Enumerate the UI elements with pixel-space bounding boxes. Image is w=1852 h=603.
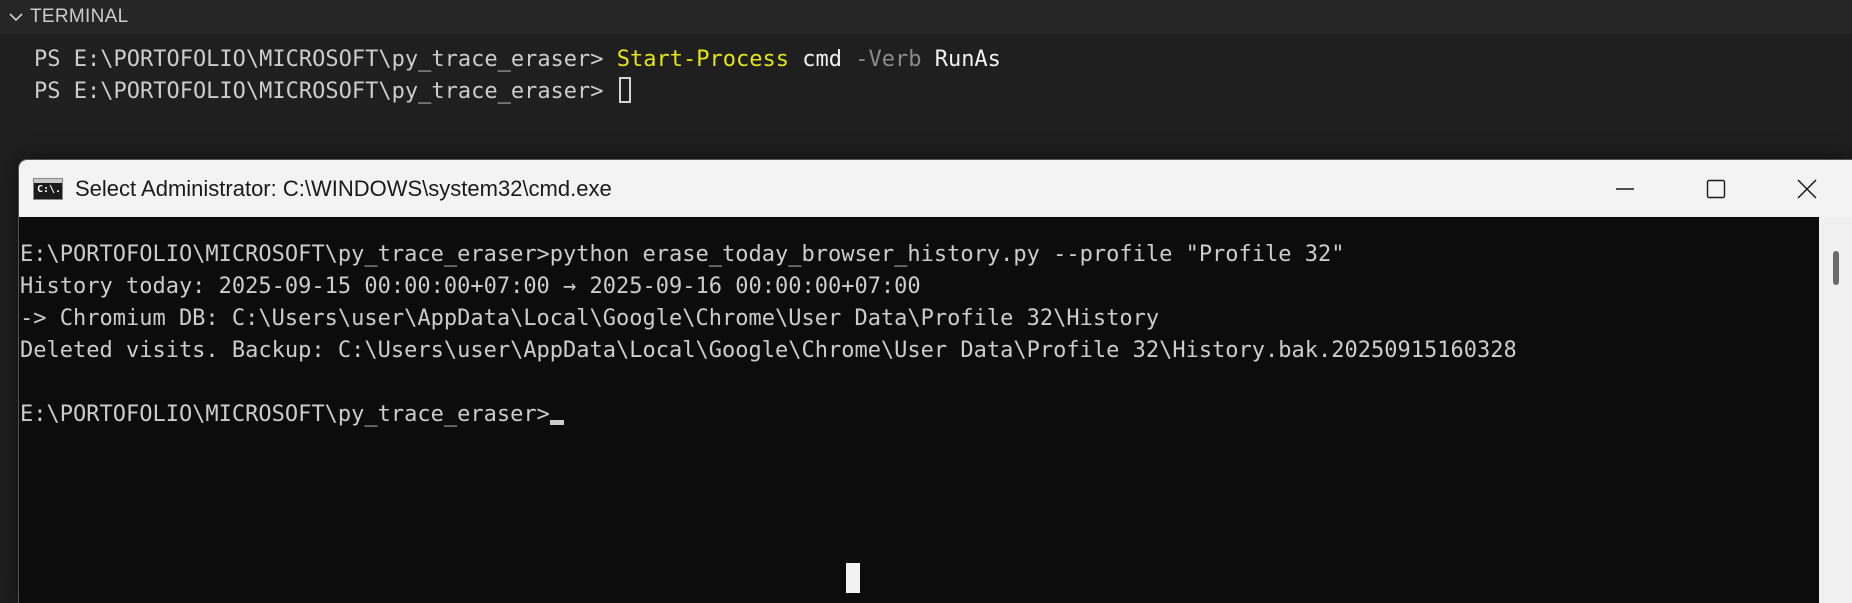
cmdlet-token: Start-Process [616,47,789,72]
terminal-panel-header: TERMINAL [0,0,1852,34]
minimize-button[interactable] [1579,160,1670,217]
cmd-titlebar[interactable]: C:\. Select Administrator: C:\WINDOWS\sy… [19,160,1852,217]
mouse-text-cursor [846,563,860,593]
terminal-line: PS E:\PORTOFOLIO\MICROSOFT\py_trace_eras… [34,44,1001,76]
console-line: E:\PORTOFOLIO\MICROSOFT\py_trace_eraser>… [20,242,1345,267]
scrollbar-thumb[interactable] [1833,251,1839,285]
console-line: Deleted visits. Backup: C:\Users\user\Ap… [20,338,1517,363]
terminal-cursor [618,77,631,103]
chevron-down-icon[interactable] [2,0,30,34]
cmd-window-title: Select Administrator: C:\WINDOWS\system3… [75,175,612,201]
console-line: History today: 2025-09-15 00:00:00+07:00… [20,274,921,299]
maximize-button[interactable] [1670,160,1761,217]
parameter-token: -Verb [855,47,922,72]
argument-token: cmd [788,47,856,72]
terminal-panel-title[interactable]: TERMINAL [30,6,128,28]
terminal-line: PS E:\PORTOFOLIO\MICROSOFT\py_trace_eras… [34,76,631,108]
cmd-app-icon[interactable]: C:\. [33,177,63,200]
argument-token: RunAs [921,47,1001,72]
maximize-icon [1706,179,1725,198]
ps-prompt: PS E:\PORTOFOLIO\MICROSOFT\py_trace_eras… [34,79,617,104]
window-controls [1579,160,1852,217]
minimize-icon [1615,187,1634,190]
close-button[interactable] [1761,160,1852,217]
close-icon [1796,178,1817,199]
cmd-console[interactable]: E:\PORTOFOLIO\MICROSOFT\py_trace_eraser>… [19,217,1819,603]
console-cursor [549,420,564,425]
console-prompt: E:\PORTOFOLIO\MICROSOFT\py_trace_eraser> [20,402,550,427]
scrollbar[interactable] [1819,217,1852,603]
ps-prompt: PS E:\PORTOFOLIO\MICROSOFT\py_trace_eras… [34,47,617,72]
console-prompt-line: E:\PORTOFOLIO\MICROSOFT\py_trace_eraser> [20,399,564,431]
cmd-app-icon-text: C:\. [37,183,62,195]
console-line: -> Chromium DB: C:\Users\user\AppData\Lo… [20,306,1160,331]
cmd-window[interactable]: C:\. Select Administrator: C:\WINDOWS\sy… [19,160,1852,603]
